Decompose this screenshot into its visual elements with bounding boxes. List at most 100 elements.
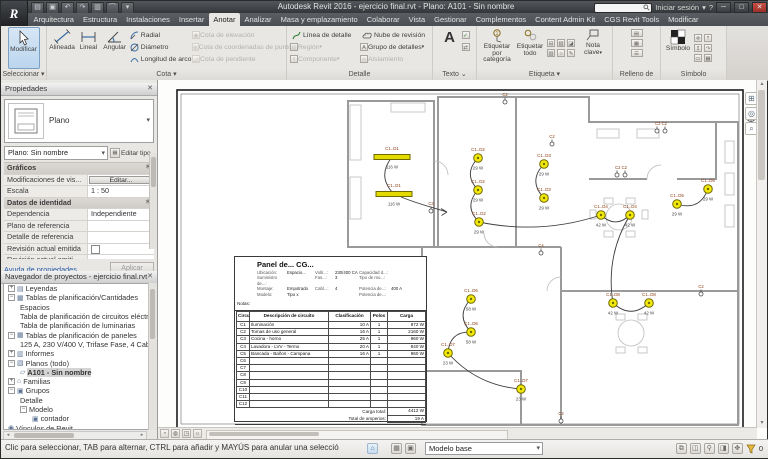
dim-diameter-button[interactable]: Diámetro <box>128 41 192 53</box>
detail-line-button[interactable]: Línea de detalle <box>290 29 360 41</box>
properties-section-gr-ficos[interactable]: Gráficos＊ <box>4 163 154 175</box>
drag-selection-icon[interactable]: ✥ <box>732 443 743 454</box>
region-button[interactable]: ▨Región ▾ <box>290 41 360 53</box>
tab-estructura[interactable]: Estructura <box>78 13 121 26</box>
tree-item-espacios[interactable]: Espacios <box>4 303 154 312</box>
sun-path-icon[interactable]: ☼ <box>193 429 202 438</box>
tab-arquitectura[interactable]: Arquitectura <box>29 13 78 26</box>
tab-instalaciones[interactable]: Instalaciones <box>122 13 175 26</box>
space-tag-icon[interactable]: ✎ <box>567 49 575 57</box>
close-button[interactable]: ✕ <box>752 2 767 13</box>
insulation-button[interactable]: ≋Aislamiento <box>360 53 432 65</box>
element-selector[interactable]: Plano: Sin nombre▾ <box>4 146 108 160</box>
type-selector[interactable]: Plano ▾ <box>4 99 154 143</box>
color-fill-legend-icon[interactable]: ▤ <box>631 29 643 37</box>
scroll-up-icon[interactable]: ▴ <box>757 80 767 89</box>
properties-header[interactable]: Propiedades ✕ <box>1 83 157 96</box>
revision-cloud-button[interactable]: Nube de revisión <box>360 29 432 41</box>
edit-type-button[interactable]: ▦ Editar tipo <box>110 146 154 160</box>
properties-close-icon[interactable]: ✕ <box>145 83 155 95</box>
tab-masa-y-emplazamiento[interactable]: Masa y emplazamiento <box>276 13 362 26</box>
select-links-icon[interactable]: ⧉ <box>676 443 687 454</box>
scale-control-icon[interactable]: ◔ <box>160 429 169 438</box>
tree-item-informes[interactable]: +▥Informes <box>4 349 154 358</box>
help-icon[interactable]: ? <box>709 3 713 13</box>
expand-icon[interactable]: + <box>8 350 15 357</box>
dim-spot-elevation-button[interactable]: ◆Cota de elevación <box>192 29 286 41</box>
tree-item-125-a-230-v-400-v-trifase-fase-4-cables[interactable]: 125 A, 230 V/400 V, Trifase Fase, 4 Cabl… <box>4 340 154 349</box>
tab-colaborar[interactable]: Colaborar <box>362 13 404 26</box>
tab-insertar[interactable]: Insertar <box>174 13 208 26</box>
tree-item-leyendas[interactable]: +▤Leyendas <box>4 284 154 293</box>
tree-item-planos-todo[interactable]: −▧Planos (todo) <box>4 358 154 367</box>
type-selector-caret-icon[interactable]: ▾ <box>146 116 150 124</box>
worksets-icon[interactable]: ▦ <box>391 443 402 454</box>
property-value[interactable]: 1 : 50 <box>88 186 154 197</box>
tab-content-admin-kit[interactable]: Content Admin Kit <box>531 13 600 26</box>
search-input[interactable] <box>594 3 652 13</box>
tag-all-button[interactable]: Etiquetar todo <box>515 27 545 69</box>
tab-complementos[interactable]: Complementos <box>471 13 530 26</box>
tag-by-category-button[interactable]: 1 Etiquetar por categoría <box>479 27 515 69</box>
panel-label-relleno[interactable]: Relleno de color <box>613 69 660 80</box>
tree-item-tablas-de-planificaci-n-cantidades[interactable]: −▦Tablas de planificación/Cantidades <box>4 293 154 302</box>
area-tag-icon[interactable]: ▧ <box>547 49 555 57</box>
design-option-selector[interactable]: Modelo base▾ <box>425 442 543 455</box>
property-edit-button[interactable]: Editar... <box>89 176 153 185</box>
tree-item-contador[interactable]: ▣contador <box>4 414 154 423</box>
select-underlay-icon[interactable]: ◫ <box>690 443 701 454</box>
tree-item-modelo[interactable]: −Modelo <box>4 405 154 414</box>
property-value[interactable] <box>88 255 154 259</box>
canvas-vscrollbar[interactable]: ▴ ▾ <box>756 80 767 428</box>
dim-angular-button[interactable]: Angular <box>102 27 128 69</box>
stair-path-icon[interactable]: ⇡ <box>704 34 712 42</box>
property-value[interactable] <box>88 232 154 243</box>
find-replace-button[interactable]: ⇄ <box>462 41 470 53</box>
dim-arclength-button[interactable]: Longitud de arco <box>128 53 192 65</box>
legend-list-icon[interactable]: ☰ <box>631 49 643 57</box>
grid-symbol-icon[interactable]: ▦ <box>704 54 712 62</box>
expand-icon[interactable]: + <box>8 378 15 385</box>
dim-radial-button[interactable]: Radial <box>128 29 192 41</box>
arrow-up-icon[interactable]: ↥ <box>694 44 702 52</box>
panel-label-detalle[interactable]: Detalle <box>287 69 432 80</box>
scroll-down-icon[interactable]: ▾ <box>757 419 767 428</box>
text-button[interactable]: A <box>440 27 460 69</box>
expand-icon[interactable]: + <box>8 285 15 292</box>
hscroll-left-icon[interactable]: ◂ <box>4 432 12 439</box>
collapse-icon[interactable]: − <box>8 360 15 367</box>
browser-close-icon[interactable]: ✕ <box>145 271 155 283</box>
filter-icon[interactable] <box>746 444 756 454</box>
property-value[interactable]: Independiente <box>88 209 154 220</box>
material-tag-icon[interactable]: ◪ <box>567 39 575 47</box>
tree-item-familias[interactable]: +⌂Familias <box>4 377 154 386</box>
detail-group-button[interactable]: AGrupo de detalles ▾ <box>360 41 432 53</box>
property-value[interactable] <box>88 221 154 232</box>
signin-label[interactable]: Iniciar sesión <box>655 3 699 13</box>
keynote-button[interactable]: Nota clave▾ <box>578 27 608 69</box>
component-button[interactable]: ⌷Componente ▾ <box>290 53 360 65</box>
panel-label-texto[interactable]: Texto ⌄ <box>433 69 476 80</box>
tree-item-a101-sin-nombre[interactable]: ▱A101 - Sin nombre <box>4 368 154 377</box>
duplicate-legend-icon[interactable]: ▦ <box>631 39 643 47</box>
tree-item-v-nculos-de-revit[interactable]: ◉Vínculos de Revit <box>4 423 154 430</box>
dim-aligned-button[interactable]: Alineada <box>49 27 75 69</box>
dim-spot-coordinate-button[interactable]: ⊕Cota de coordenadas de punto <box>192 41 286 53</box>
tree-item-tabla-de-planificaci-n-de-luminarias[interactable]: Tabla de planificación de luminarias <box>4 321 154 330</box>
tab-gestionar[interactable]: Gestionar <box>430 13 472 26</box>
signin-caret-icon[interactable]: ▾ <box>702 3 706 13</box>
tab-vista[interactable]: Vista <box>404 13 430 26</box>
span-direction-icon[interactable]: ✛ <box>694 34 702 42</box>
collapse-icon[interactable]: − <box>8 332 15 339</box>
hscroll-right-icon[interactable]: ▸ <box>138 432 146 439</box>
arrow-curve-icon[interactable]: ↷ <box>704 44 712 52</box>
panel-label-seleccionar[interactable]: Seleccionar ▾ <box>1 69 46 80</box>
tab-analizar[interactable]: Analizar <box>240 13 276 26</box>
tab-modificar[interactable]: Modificar <box>664 13 703 26</box>
beam-annotation-icon[interactable]: ⊟ <box>547 39 555 47</box>
minimize-button[interactable]: ─ <box>716 2 731 13</box>
tree-item-tabla-de-planificaci-n-de-circuitos-el-ctric[interactable]: Tabla de planificación de circuitos eléc… <box>4 312 154 321</box>
modify-button[interactable]: Modificar <box>8 27 40 69</box>
apply-button[interactable]: Aplicar <box>110 262 154 271</box>
detail-level-icon[interactable]: ◍ <box>171 429 180 438</box>
